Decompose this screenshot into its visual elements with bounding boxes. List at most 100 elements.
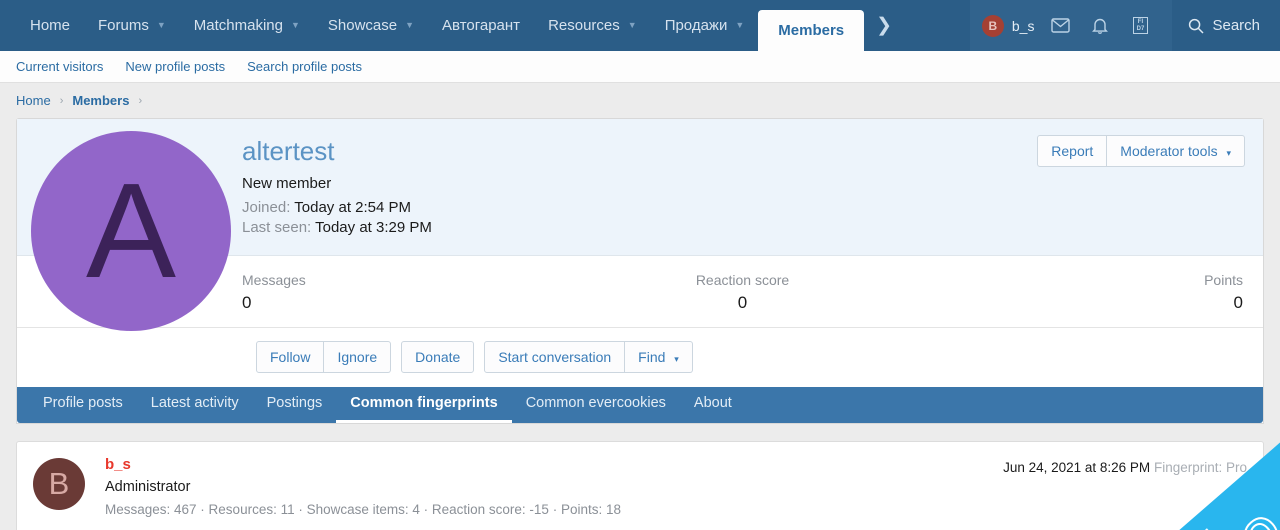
account-menu-button[interactable]: B b_s: [981, 14, 1041, 37]
follow-button[interactable]: Follow: [256, 340, 325, 373]
primary-nav-items: Home Forums ▼ Matchmaking ▼ Showcase ▼ А…: [0, 0, 970, 51]
nav-item-forums[interactable]: Forums ▼: [84, 0, 180, 51]
nav-item-label: Members: [778, 22, 845, 39]
nav-item-label: Matchmaking: [193, 17, 283, 34]
profile-action-buttons: Report Moderator tools ▾: [1037, 135, 1245, 167]
member-role: Administrator: [105, 478, 191, 495]
stat-reaction-score: Reaction score 0: [576, 272, 910, 313]
main-content: A altertest New member Joined: Today at …: [0, 118, 1280, 530]
chevron-right-icon: ›: [138, 94, 143, 107]
last-seen-row: Last seen: Today at 3:29 PM: [242, 219, 1243, 236]
nav-item-members[interactable]: Members: [758, 10, 865, 51]
breadcrumb-item-members[interactable]: Members: [72, 93, 129, 108]
joined-value: Today at 2:54 PM: [294, 198, 412, 216]
profile-header: A altertest New member Joined: Today at …: [17, 119, 1263, 331]
nav-item-avtogarant[interactable]: Автогарант: [428, 0, 534, 51]
chevron-down-icon: ▼: [405, 20, 415, 30]
member-date: Jun 24, 2021 at 8:26 PM: [1003, 459, 1151, 475]
page-root: Home Forums ▼ Matchmaking ▼ Showcase ▼ А…: [0, 0, 1280, 530]
stat-label: Messages: [242, 271, 306, 288]
tab-label: Common fingerprints: [350, 395, 498, 412]
subnav-item-search-profile-posts[interactable]: Search profile posts: [247, 59, 362, 74]
chevron-right-icon[interactable]: ❯: [864, 0, 904, 51]
avatar: B: [981, 14, 1004, 37]
stat-points: Points 0: [909, 272, 1243, 313]
report-button[interactable]: Report: [1037, 135, 1108, 167]
tab-label: Common evercookies: [525, 395, 666, 412]
joined-row: Joined: Today at 2:54 PM: [242, 199, 1243, 216]
tab-about[interactable]: About: [680, 387, 746, 423]
tab-label: Profile posts: [43, 395, 123, 412]
visitor-menu: B b_s FI D7: [969, 0, 1173, 51]
follow-ignore-group: Follow Ignore: [256, 340, 392, 373]
member-stats: Messages: 467 · Resources: 11 · Showcase…: [105, 501, 621, 517]
list-item[interactable]: B b_s Administrator Messages: 467 · Reso…: [16, 440, 1264, 530]
find-button[interactable]: Find ▾: [625, 340, 693, 373]
fid-top-label: FI: [1137, 18, 1144, 25]
tab-postings[interactable]: Postings: [253, 387, 337, 423]
chevron-down-icon: ▼: [156, 20, 166, 30]
nav-item-resources[interactable]: Resources ▼: [534, 0, 651, 51]
stat-label: Reaction score: [695, 271, 790, 288]
moderator-tools-button[interactable]: Moderator tools ▾: [1107, 135, 1245, 167]
moderator-tools-label: Moderator tools: [1120, 143, 1218, 159]
conversation-find-group: Start conversation Find ▾: [484, 340, 693, 373]
stat-value: 0: [242, 292, 252, 312]
search-icon: [1189, 18, 1204, 34]
fingerprint-id-icon[interactable]: FI D7: [1120, 17, 1160, 34]
nav-item-label: Resources: [548, 17, 620, 34]
chevron-down-icon: ▾: [674, 353, 679, 364]
tab-profile-posts[interactable]: Profile posts: [29, 387, 137, 423]
tab-label: About: [693, 395, 732, 412]
chevron-down-icon: ▼: [735, 20, 745, 30]
breadcrumb: Home › Members ›: [0, 83, 1280, 118]
nav-item-showcase[interactable]: Showcase ▼: [314, 0, 428, 51]
tab-common-evercookies[interactable]: Common evercookies: [512, 387, 680, 423]
last-seen-value: Today at 3:29 PM: [315, 218, 432, 236]
search-button[interactable]: Search: [1172, 0, 1280, 51]
stat-value: 0: [737, 292, 748, 312]
nav-item-matchmaking[interactable]: Matchmaking ▼: [180, 0, 314, 51]
donate-button[interactable]: Donate: [401, 340, 475, 373]
tab-common-fingerprints[interactable]: Common fingerprints: [336, 387, 512, 423]
nav-item-label: Showcase: [327, 17, 398, 34]
member-meta: Jun 24, 2021 at 8:26 PM Fingerprint: Pro: [1003, 460, 1247, 475]
find-label: Find: [638, 348, 666, 365]
avatar[interactable]: B: [33, 457, 85, 510]
stat-value: 0: [1233, 292, 1244, 312]
profile-actions: Follow Ignore Donate Start conversation …: [17, 328, 1263, 387]
member-fingerprint: Fingerprint: Pro: [1153, 459, 1247, 475]
ignore-button[interactable]: Ignore: [324, 340, 392, 373]
nav-item-label: Home: [30, 17, 71, 34]
tab-label: Latest activity: [150, 395, 239, 412]
start-conversation-button[interactable]: Start conversation: [484, 340, 626, 373]
breadcrumb-item-home[interactable]: Home: [16, 93, 51, 108]
joined-label: Joined:: [242, 198, 291, 216]
tab-latest-activity[interactable]: Latest activity: [137, 387, 253, 423]
fid-bottom-label: D7: [1136, 25, 1145, 32]
avatar[interactable]: A: [31, 131, 231, 331]
nav-item-home[interactable]: Home: [16, 0, 84, 51]
chevron-right-icon: ›: [59, 94, 64, 107]
stat-messages: Messages 0: [242, 272, 576, 313]
envelope-icon[interactable]: [1040, 18, 1080, 33]
subnav-item-new-profile-posts[interactable]: New profile posts: [125, 59, 225, 74]
top-navigation-bar: Home Forums ▼ Matchmaking ▼ Showcase ▼ А…: [0, 0, 1280, 51]
nav-item-label: Forums: [98, 17, 149, 34]
member-title: New member: [242, 174, 332, 192]
subnav-item-current-visitors[interactable]: Current visitors: [16, 59, 103, 74]
chevron-down-icon: ▼: [627, 20, 637, 30]
nav-item-label: Автогарант: [442, 17, 521, 34]
chevron-down-icon: ▼: [290, 20, 300, 30]
nav-right-cluster: B b_s FI D7 Search: [969, 0, 1280, 51]
profile-tabs: Profile posts Latest activity Postings C…: [17, 386, 1263, 423]
search-label: Search: [1212, 17, 1260, 34]
tab-label: Postings: [266, 395, 323, 412]
last-seen-label: Last seen:: [242, 218, 312, 236]
profile-card: A altertest New member Joined: Today at …: [16, 118, 1264, 424]
donate-group: Donate: [401, 340, 475, 373]
secondary-navigation: Current visitors New profile posts Searc…: [0, 51, 1280, 83]
bell-icon[interactable]: [1080, 17, 1120, 35]
account-username: b_s: [1011, 17, 1035, 34]
nav-item-prodazhi[interactable]: Продажи ▼: [651, 0, 759, 51]
